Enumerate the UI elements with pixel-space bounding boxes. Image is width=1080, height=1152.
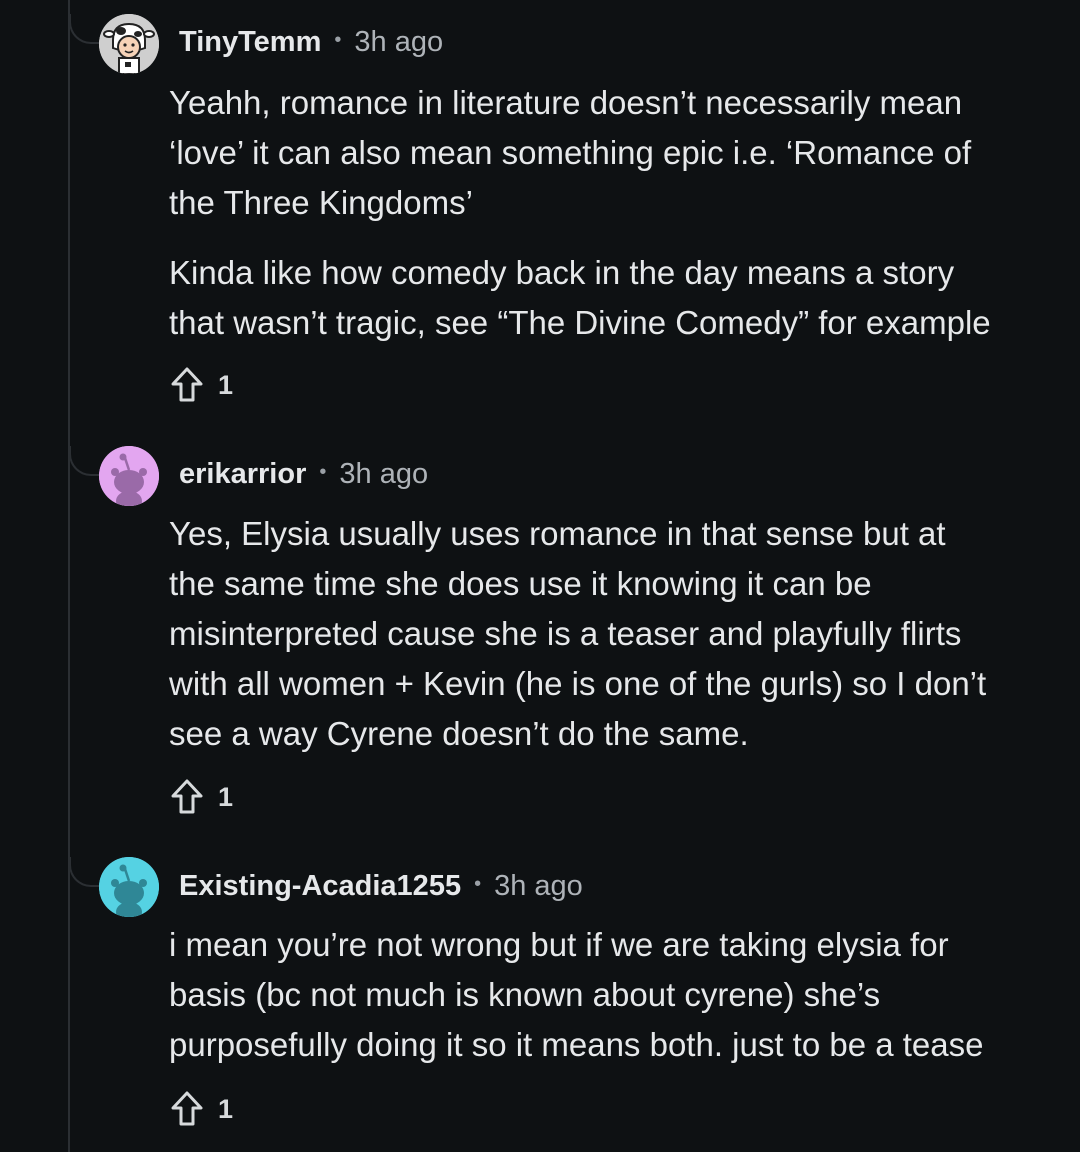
timestamp: 3h ago	[354, 25, 444, 58]
upvote-arrow-icon[interactable]	[170, 778, 204, 816]
thread-connector	[69, 857, 99, 887]
vote-count: 1	[218, 369, 234, 400]
comment-paragraph: Yes, Elysia usually uses romance in that…	[169, 515, 987, 752]
upvote-arrow-icon[interactable]	[170, 1090, 204, 1128]
cow-avatar-icon[interactable]	[99, 14, 159, 74]
comment-body: Yeahh, romance in literature doesn’t nec…	[169, 78, 1049, 348]
comment-body: Yes, Elysia usually uses romance in that…	[169, 509, 1049, 759]
comment-header: Existing-Acadia1255 • 3h ago	[179, 866, 583, 906]
timestamp: 3h ago	[494, 869, 583, 902]
comment-header: TinyTemm • 3h ago	[179, 22, 443, 62]
vote-bar: 1	[170, 365, 233, 405]
snoo-avatar-icon[interactable]	[99, 446, 159, 506]
comment-paragraph: Yeahh, romance in literature doesn’t nec…	[169, 84, 972, 221]
thread-line	[68, 0, 70, 1152]
timestamp: 3h ago	[339, 457, 429, 490]
vote-count: 1	[218, 1093, 234, 1124]
separator-dot: •	[319, 460, 327, 483]
comment-paragraph: i mean you’re not wrong but if we are ta…	[169, 926, 984, 1063]
vote-bar: 1	[170, 777, 233, 817]
comment-header: erikarrior • 3h ago	[179, 454, 428, 494]
comment-body: i mean you’re not wrong but if we are ta…	[169, 920, 1049, 1070]
thread-connector	[69, 446, 99, 476]
vote-bar: 1	[170, 1089, 233, 1129]
snoo-avatar-icon[interactable]	[99, 857, 159, 917]
username[interactable]: TinyTemm	[179, 26, 321, 59]
username[interactable]: Existing-Acadia1255	[179, 870, 461, 903]
separator-dot: •	[334, 28, 342, 51]
thread-connector	[69, 14, 99, 44]
vote-count: 1	[218, 781, 234, 812]
username[interactable]: erikarrior	[179, 458, 306, 491]
separator-dot: •	[474, 872, 482, 895]
upvote-arrow-icon[interactable]	[170, 366, 204, 404]
comment-paragraph: Kinda like how comedy back in the day me…	[169, 254, 991, 341]
